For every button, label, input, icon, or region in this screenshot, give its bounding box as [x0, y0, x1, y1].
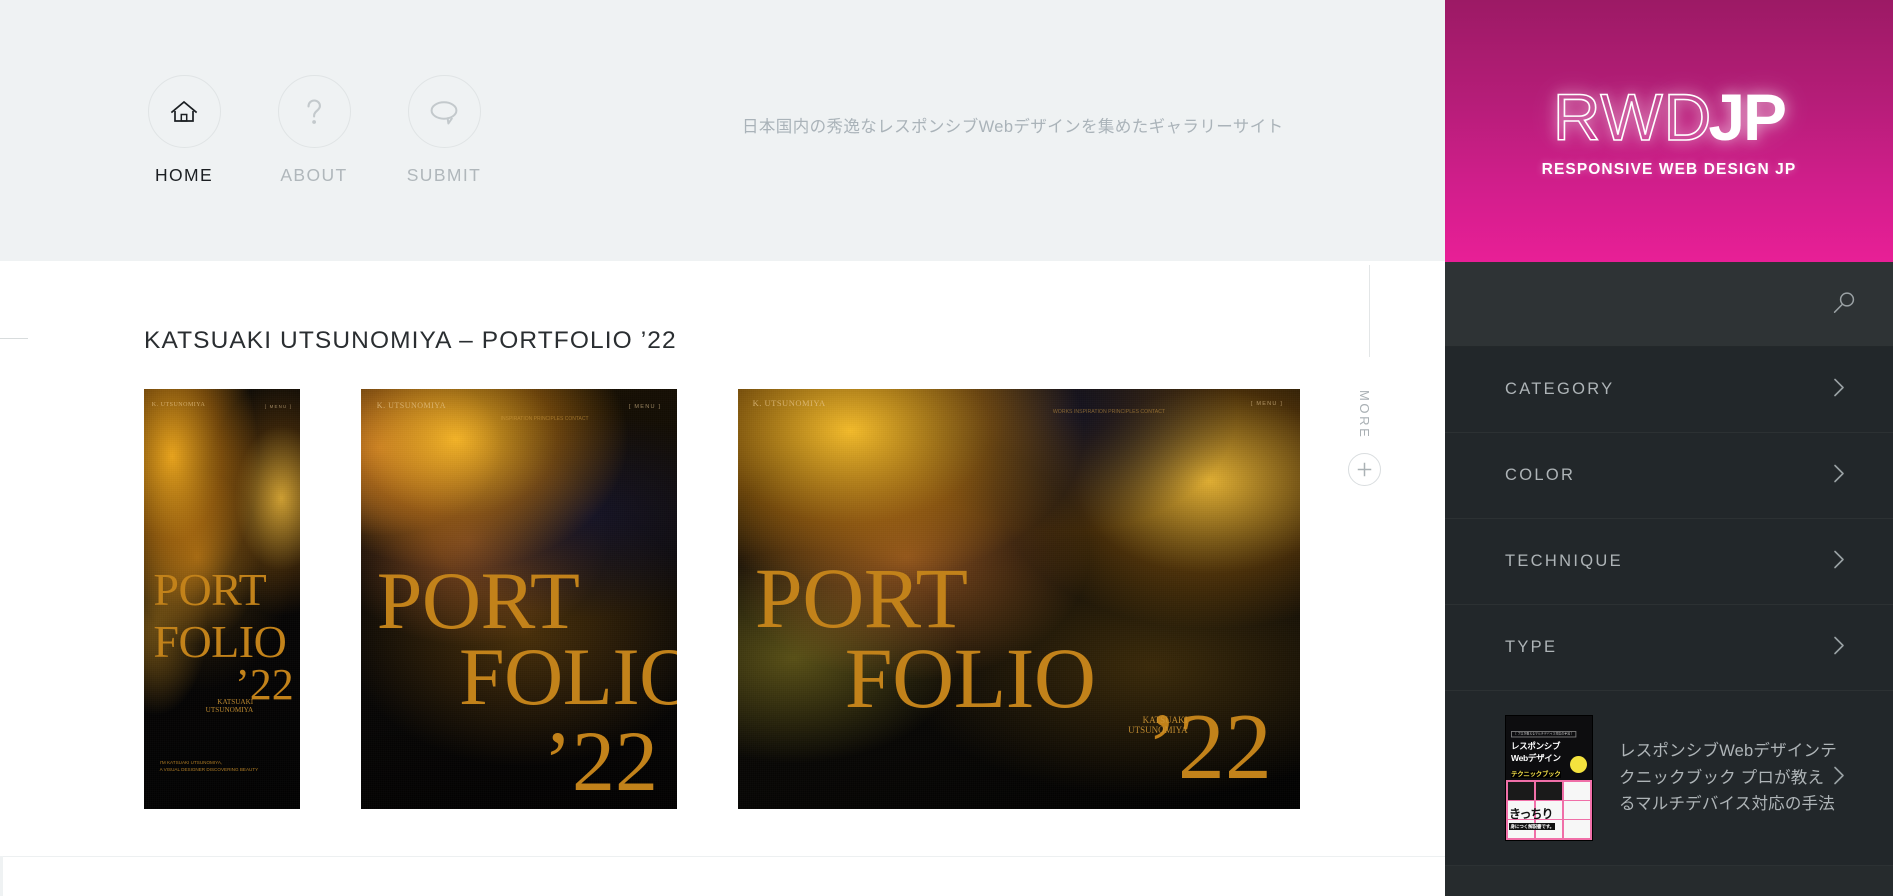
entry-title[interactable]: KATSUAKI UTSUNOMIYA – PORTFOLIO ’22 [144, 327, 677, 355]
chevron-right-icon [1833, 766, 1845, 791]
chevron-right-icon [1833, 549, 1845, 574]
filter-menu: CATEGORY COLOR TECHNIQUE TYPE ［ プロが教えるマル… [1445, 347, 1893, 866]
page-root: HOME ABOUT SUBMIT 日本国内の秀逸なレスポンシブWebデザインを… [0, 0, 1893, 896]
site-tagline: 日本国内の秀逸なレスポンシブWebデザインを集めたギャラリーサイト [742, 118, 1284, 136]
logo-wordmark: RWD JP [1552, 79, 1787, 154]
book-cover-line3: テクニックブック [1511, 770, 1561, 778]
logo-rwd-text: RWD [1552, 79, 1713, 154]
filter-item-type-label: TYPE [1505, 638, 1558, 656]
nav-item-submit[interactable]: SUBMIT [404, 75, 484, 186]
book-promo[interactable]: ［ プロが教えるマルチデバイス対応の手法 ］ レスポンシブ Webデザイン テク… [1445, 691, 1893, 866]
filter-item-color-label: COLOR [1505, 466, 1576, 484]
vertical-divider [1369, 265, 1370, 357]
speech-bubble-icon [407, 75, 481, 148]
site-logo[interactable]: RWD JP RESPONSIVE WEB DESIGN JP [1445, 0, 1893, 262]
primary-nav: HOME ABOUT SUBMIT [144, 75, 484, 186]
more-button[interactable]: MORE [1348, 390, 1381, 487]
search-icon [1831, 290, 1857, 319]
shot-headline-1: PORT [376, 555, 580, 647]
book-cover-band-sub: 身につく解説書です。 [1509, 823, 1556, 830]
nav-item-home[interactable]: HOME [144, 75, 224, 186]
shot-brand: K. UTSUNOMIYA [376, 401, 446, 411]
book-cover-ribbon: ［ プロが教えるマルチデバイス対応の手法 ］ [1511, 730, 1577, 737]
shot-headline-2: FOLIO [153, 616, 287, 668]
search-button[interactable] [1827, 287, 1861, 321]
nav-item-about-label: ABOUT [280, 165, 348, 185]
screenshot-tablet[interactable]: K. UTSUNOMIYA [ MENU ] INSPIRATION PRINC… [361, 389, 677, 809]
section-divider [0, 856, 1445, 857]
search-bar [1445, 262, 1893, 347]
home-icon [147, 75, 221, 148]
shot-navlist: INSPIRATION PRINCIPLES CONTACT [500, 416, 589, 423]
book-cover-thumbnail: ［ プロが教えるマルチデバイス対応の手法 ］ レスポンシブ Webデザイン テク… [1505, 715, 1593, 841]
shot-navlist: WORKS INSPIRATION PRINCIPLES CONTACT [1052, 409, 1166, 416]
shot-headline-1: PORT [754, 550, 968, 647]
sidebar: RWD JP RESPONSIVE WEB DESIGN JP CATEGORY [1445, 0, 1893, 896]
screenshot-gallery: K. UTSUNOMIYA [ MENU ] PORT FOLIO ’22 KA… [144, 389, 1300, 809]
nav-item-about[interactable]: ABOUT [274, 75, 354, 186]
nav-item-home-label: HOME [154, 165, 214, 185]
chevron-right-icon [1833, 377, 1845, 402]
book-cover-band: きっちり [1509, 806, 1554, 821]
book-cover-line1: レスポンシブ [1511, 741, 1561, 751]
filter-item-category-label: CATEGORY [1505, 380, 1615, 398]
book-cover-bottom: きっちり 身につく解説書です。 [1506, 780, 1592, 840]
more-label: MORE [1357, 390, 1372, 440]
filter-item-technique[interactable]: TECHNIQUE [1445, 519, 1893, 605]
shot-credit: KATSUAKI UTSUNOMIYA [1128, 714, 1188, 735]
left-accent-rule [0, 338, 28, 339]
shot-blurb: I’M KATSUAKI UTSUNOMIYA, A VISUAL DESIGN… [159, 759, 259, 773]
book-cover-col [1563, 782, 1590, 838]
filter-item-technique-label: TECHNIQUE [1505, 552, 1623, 570]
screenshot-mobile[interactable]: K. UTSUNOMIYA [ MENU ] PORT FOLIO ’22 KA… [144, 389, 300, 809]
shot-headline-1: PORT [153, 563, 267, 615]
shot-menu: [ MENU ] [628, 404, 662, 411]
page-edge-strip [0, 856, 3, 896]
chevron-right-icon [1833, 635, 1845, 660]
logo-subtitle: RESPONSIVE WEB DESIGN JP [1541, 160, 1797, 178]
logo-jp-text: JP [1708, 79, 1787, 154]
book-promo-title: レスポンシブWebデザインテクニックブック プロが教えるマルチデバイス対応の手法 [1619, 741, 1837, 814]
filter-item-type[interactable]: TYPE [1445, 605, 1893, 691]
shot-brand: K. UTSUNOMIYA [151, 402, 206, 409]
site-header: HOME ABOUT SUBMIT 日本国内の秀逸なレスポンシブWebデザインを… [0, 0, 1445, 261]
screenshot-desktop[interactable]: K. UTSUNOMIYA [ MENU ] WORKS INSPIRATION… [738, 389, 1300, 809]
nav-item-submit-label: SUBMIT [406, 165, 482, 185]
filter-item-color[interactable]: COLOR [1445, 433, 1893, 519]
shot-year: ’22 [543, 713, 659, 809]
shot-brand: K. UTSUNOMIYA [752, 398, 826, 409]
book-cover-badge [1570, 756, 1587, 774]
shot-credit: KATSUAKI UTSUNOMIYA [205, 697, 254, 714]
filter-item-category[interactable]: CATEGORY [1445, 347, 1893, 433]
book-cover-top: ［ プロが教えるマルチデバイス対応の手法 ］ レスポンシブ Webデザイン テク… [1506, 716, 1592, 781]
question-icon [277, 75, 351, 148]
shot-menu: [ MENU ] [264, 404, 293, 410]
shot-menu: [ MENU ] [1250, 400, 1284, 407]
shot-headline-2: FOLIO [458, 631, 677, 722]
content-column: HOME ABOUT SUBMIT 日本国内の秀逸なレスポンシブWebデザインを… [0, 0, 1445, 896]
chevron-right-icon [1833, 463, 1845, 488]
shot-headline-2: FOLIO [844, 630, 1096, 726]
plus-icon [1348, 453, 1381, 487]
